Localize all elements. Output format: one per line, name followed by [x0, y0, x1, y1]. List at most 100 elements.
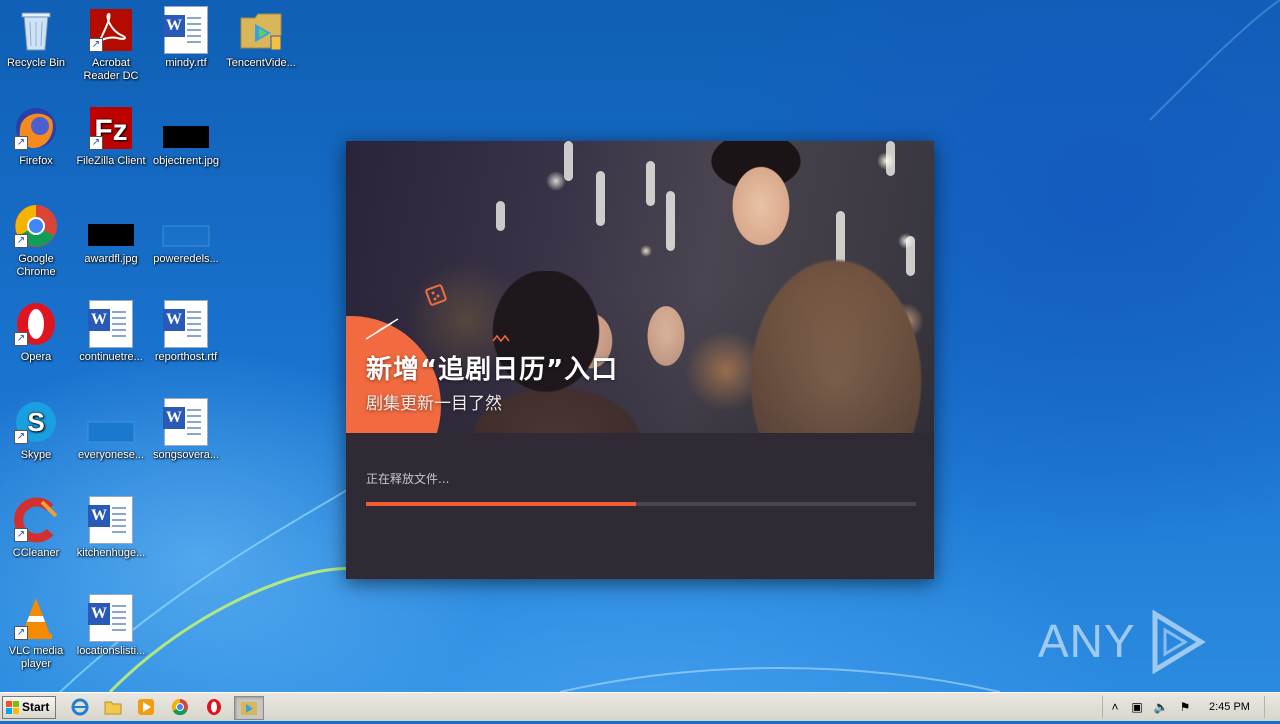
system-tray: ˄ ▣ 🔈 ⚑ 2:45 PM	[1102, 696, 1279, 718]
desktop-icon-label: Skype	[20, 449, 52, 461]
image-file-icon	[162, 104, 210, 152]
taskbar-opera[interactable]	[202, 696, 226, 718]
blank-file-icon	[87, 398, 135, 446]
desktop-icon-label: songsovera...	[152, 449, 220, 461]
desktop-icon-recycle-bin[interactable]: Recycle Bin	[0, 6, 74, 70]
desktop-icon-mindy[interactable]: W mindy.rtf	[148, 6, 224, 70]
desktop-icon-label: VLC media player	[8, 645, 64, 670]
desktop-icon-poweredels[interactable]: poweredels...	[148, 202, 224, 266]
shortcut-arrow-icon: ↗	[14, 234, 28, 248]
install-progress-bar	[366, 502, 916, 506]
installer-window: 新增“追剧日历”入口 剧集更新一目了然 正在释放文件...	[346, 141, 934, 579]
image-file-icon	[87, 202, 135, 250]
word-document-icon: W	[162, 300, 210, 348]
file-explorer-icon	[104, 701, 122, 715]
desktop-icon-vlc[interactable]: ↗ VLC media player	[0, 594, 74, 671]
desktop-icon-kitchenhuge[interactable]: W kitchenhuge...	[73, 496, 149, 560]
wave-icon	[492, 334, 510, 343]
start-label: Start	[22, 700, 50, 714]
filezilla-icon: Fz ↗	[87, 104, 135, 152]
anyrun-watermark: ANY RUN	[1038, 606, 1280, 692]
desktop-icon-label: reporthost.rtf	[154, 351, 218, 363]
desktop-icon-label: Firefox	[19, 155, 53, 167]
shortcut-arrow-icon: ↗	[14, 136, 28, 150]
banner-subtitle: 剧集更新一目了然	[366, 394, 502, 414]
desktop-icon-filezilla[interactable]: Fz ↗ FileZilla Client	[73, 104, 149, 168]
shortcut-arrow-icon: ↗	[14, 626, 28, 640]
desktop-icon-tencentvideo[interactable]: TencentVide...	[223, 6, 299, 70]
taskbar-tencent-video-active[interactable]	[234, 696, 264, 720]
shortcut-arrow-icon: ↗	[89, 38, 103, 52]
taskbar-clock[interactable]: 2:45 PM	[1209, 696, 1250, 718]
desktop-icon-label: objectrent.jpg	[152, 155, 220, 167]
word-document-icon: W	[162, 6, 210, 54]
desktop-icon-label: continuetre...	[79, 351, 143, 363]
desktop-icon-label: TencentVide...	[226, 57, 296, 69]
banner-title: 新增“追剧日历”入口	[366, 355, 619, 385]
chrome-icon	[171, 698, 188, 716]
desktop-icon-everyonese[interactable]: everyonese...	[73, 398, 149, 462]
desktop-icon-chrome[interactable]: ↗ Google Chrome	[0, 202, 74, 279]
taskbar-chrome[interactable]	[168, 696, 192, 718]
taskbar-file-explorer[interactable]	[101, 696, 125, 718]
desktop-icon-acrobat[interactable]: ↗ Acrobat Reader DC	[73, 6, 149, 83]
desktop-icon-songsovera[interactable]: W songsovera...	[148, 398, 224, 462]
desktop-icon-firefox[interactable]: ↗ Firefox	[0, 104, 74, 168]
desktop-icon-continuetre[interactable]: W continuetre...	[73, 300, 149, 364]
windows-logo-icon	[6, 701, 19, 714]
watermark-text-left: ANY	[1038, 615, 1136, 667]
desktop-icon-label: Google Chrome	[16, 253, 56, 278]
play-triangle-icon	[1152, 609, 1207, 675]
desktop: Recycle Bin ↗ Firefox ↗ Google Chrome ↗ …	[0, 0, 1280, 692]
opera-icon	[207, 699, 221, 715]
media-player-icon	[138, 699, 154, 715]
promo-banner: 新增“追剧日历”入口 剧集更新一目了然	[346, 141, 934, 433]
blank-file-icon	[162, 202, 210, 250]
tencent-video-icon	[241, 702, 257, 715]
dice-icon	[425, 284, 447, 306]
slash-lines-icon	[365, 318, 399, 340]
word-document-icon: W	[87, 496, 135, 544]
shortcut-arrow-icon: ↗	[14, 528, 28, 542]
word-document-icon: W	[87, 594, 135, 642]
ccleaner-icon: ↗	[12, 496, 60, 544]
taskbar: Start ˄ ▣ 🔈 ⚑ 2:45 PM	[0, 692, 1280, 721]
desktop-icon-label: Acrobat Reader DC	[83, 57, 139, 82]
desktop-icon-awardfl[interactable]: awardfl.jpg	[73, 202, 149, 266]
install-status-text: 正在释放文件...	[366, 472, 450, 486]
network-icon[interactable]: ▣	[1129, 696, 1145, 718]
word-document-icon: W	[162, 398, 210, 446]
svg-text:S: S	[27, 407, 44, 437]
desktop-icon-label: mindy.rtf	[165, 57, 207, 69]
taskbar-internet-explorer[interactable]	[68, 696, 92, 718]
desktop-icon-locationslisti[interactable]: W locationslisti...	[73, 594, 149, 658]
shortcut-arrow-icon: ↗	[14, 332, 28, 346]
start-button[interactable]: Start	[2, 696, 56, 719]
show-hidden-icons-chevron-icon[interactable]: ˄	[1107, 696, 1123, 718]
desktop-icon-objectrent[interactable]: objectrent.jpg	[148, 104, 224, 168]
desktop-icon-opera[interactable]: ↗ Opera	[0, 300, 74, 364]
recycle-bin-icon	[12, 6, 60, 54]
desktop-icon-label: locationslisti...	[76, 645, 146, 657]
desktop-icon-label: FileZilla Client	[76, 155, 146, 167]
desktop-icon-skype[interactable]: S ↗ Skype	[0, 398, 74, 462]
desktop-icon-label: poweredels...	[153, 253, 219, 265]
show-desktop-button[interactable]	[1264, 696, 1279, 718]
watermark-text-right: RUN	[1038, 676, 1141, 692]
desktop-icon-label: Recycle Bin	[6, 57, 66, 69]
acrobat-reader-icon: ↗	[87, 6, 135, 54]
desktop-icon-label: awardfl.jpg	[84, 253, 138, 265]
word-document-icon: W	[87, 300, 135, 348]
desktop-icon-reporthost[interactable]: W reporthost.rtf	[148, 300, 224, 364]
skype-icon: S ↗	[12, 398, 60, 446]
opera-icon: ↗	[12, 300, 60, 348]
taskbar-media-player[interactable]	[134, 696, 158, 718]
action-center-flag-icon[interactable]: ⚑	[1177, 696, 1193, 718]
tencent-video-icon	[237, 6, 285, 54]
shortcut-arrow-icon: ↗	[14, 430, 28, 444]
desktop-icon-ccleaner[interactable]: ↗ CCleaner	[0, 496, 74, 560]
desktop-icon-label: Opera	[20, 351, 52, 363]
desktop-icon-label: CCleaner	[12, 547, 60, 559]
vlc-icon: ↗	[12, 594, 60, 642]
volume-icon[interactable]: 🔈	[1153, 696, 1169, 718]
